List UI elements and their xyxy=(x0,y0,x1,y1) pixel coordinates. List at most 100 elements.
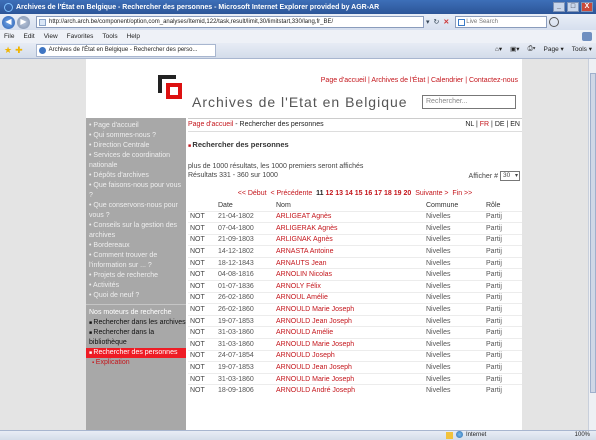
lang-fr[interactable]: FR xyxy=(480,121,489,128)
cell-name-link[interactable]: ARNOULD Jean Joseph xyxy=(274,314,424,327)
top-links[interactable]: Page d'accueil | Archives de l'État | Ca… xyxy=(321,77,518,84)
table-row: NOT 26-02-1860 ARNOULD Marie Joseph Nivelle… xyxy=(188,303,522,316)
cell-name-link[interactable]: ARNOLY Félix xyxy=(274,280,424,293)
pager-page[interactable]: 13 xyxy=(335,190,343,197)
sidebar-sub-archives[interactable]: Rechercher dans les archives xyxy=(86,318,186,328)
search-icon[interactable] xyxy=(549,17,560,27)
cell-name-link[interactable]: ARLIGNAK Agnès xyxy=(274,233,424,246)
sidebar-sub-bibliotheque[interactable]: Rechercher dans la bibliothèque xyxy=(86,328,186,348)
cell-type: NOT xyxy=(188,361,216,374)
pager-page-current: 11 xyxy=(316,190,324,197)
sidebar-explication-link[interactable]: Explication xyxy=(86,358,186,368)
table-row: NOT 18-12-1843 ARNAUTS Jean Nivelles Partij xyxy=(188,256,522,269)
tab-bar: ★ ✚ Archives de l'État en Belgique - Rec… xyxy=(0,43,596,59)
menu-help[interactable]: Help xyxy=(127,33,140,40)
close-button[interactable]: X xyxy=(581,2,593,12)
pager-page[interactable]: 19 xyxy=(394,190,402,197)
stop-icon[interactable]: ✕ xyxy=(443,18,449,26)
cell-name-link[interactable]: ARNOULD Marie Joseph xyxy=(274,372,424,385)
menu-favorites[interactable]: Favorites xyxy=(67,33,94,40)
menu-view[interactable]: View xyxy=(44,33,58,40)
back-button[interactable]: ◀ xyxy=(2,15,15,29)
per-page-select[interactable]: 30 xyxy=(500,171,520,181)
lang-en[interactable]: EN xyxy=(510,121,520,128)
cell-date: 01-07-1836 xyxy=(216,280,274,293)
menu-tools[interactable]: Tools xyxy=(102,33,117,40)
windows-flag-icon xyxy=(582,32,592,41)
menu-edit[interactable]: Edit xyxy=(23,33,34,40)
cell-name-link[interactable]: ARNOULD Marie Joseph xyxy=(274,338,424,351)
pager-page[interactable]: 20 xyxy=(404,190,412,197)
menu-file[interactable]: File xyxy=(4,33,14,40)
sidebar-sub-personnes[interactable]: Rechercher des personnes xyxy=(86,348,186,358)
sidebar-item[interactable]: Que conservons-nous pour vous ? xyxy=(86,201,186,221)
cell-date: 31-03-1860 xyxy=(216,338,274,351)
zoom-level[interactable]: 100% xyxy=(575,432,590,438)
cell-name-link[interactable]: ARNOULD Amélie xyxy=(274,326,424,339)
sidebar-item[interactable]: Projets de recherche xyxy=(86,271,186,281)
language-switcher: NL | FR | DE | EN xyxy=(465,121,520,128)
maximize-button[interactable]: □ xyxy=(567,2,579,12)
sidebar-item[interactable]: Services de coordination nationale xyxy=(86,151,186,171)
add-favorite-icon[interactable]: ✚ xyxy=(15,45,23,56)
refresh-icon[interactable]: ↻ xyxy=(434,18,440,26)
cell-role: Partij xyxy=(484,349,522,362)
cell-type: NOT xyxy=(188,303,216,316)
sidebar-item[interactable]: Quoi de neuf ? xyxy=(86,291,186,301)
cell-name-link[interactable]: ARNOULD Joseph xyxy=(274,349,424,362)
sidebar-item[interactable]: Conseils sur la gestion des archives xyxy=(86,221,186,241)
pager-prev[interactable]: < Précédente xyxy=(270,190,312,197)
cell-name-link[interactable]: ARLIGERAK Agnès xyxy=(274,222,424,235)
pager-page[interactable]: 15 xyxy=(355,190,363,197)
favorites-star-icon[interactable]: ★ xyxy=(4,45,12,56)
pager-page[interactable]: 17 xyxy=(374,190,382,197)
site-search-input[interactable]: Rechercher... xyxy=(422,95,516,109)
pager-page[interactable]: 16 xyxy=(365,190,373,197)
cell-date: 18-09-1806 xyxy=(216,384,274,397)
sidebar-item[interactable]: Que faisons-nous pour vous ? xyxy=(86,181,186,201)
sidebar-item[interactable]: Direction Centrale xyxy=(86,141,186,151)
cell-name-link[interactable]: ARNOUL Amélie xyxy=(274,291,424,304)
tools-menu[interactable]: Tools ▾ xyxy=(572,45,592,53)
pager-next[interactable]: Suivante > xyxy=(415,190,448,197)
print-icon[interactable]: ⎙▾ xyxy=(528,45,536,53)
archives-logo-icon[interactable] xyxy=(158,75,182,99)
home-icon[interactable]: ⌂▾ xyxy=(495,45,502,53)
tab-current[interactable]: Archives de l'État en Belgique - Recherc… xyxy=(35,44,216,57)
scrollbar-thumb[interactable] xyxy=(590,73,596,393)
breadcrumb-home-link[interactable]: Page d'accueil xyxy=(188,121,233,128)
vertical-scrollbar[interactable] xyxy=(588,59,596,430)
sidebar-item[interactable]: Bordereaux xyxy=(86,241,186,251)
cell-commune: Nivelles xyxy=(424,349,484,362)
cell-date: 31-03-1860 xyxy=(216,326,274,339)
pager-page[interactable]: 14 xyxy=(345,190,353,197)
sidebar-item[interactable]: Qui sommes-nous ? xyxy=(86,131,186,141)
lang-de[interactable]: DE xyxy=(495,121,505,128)
pager-page[interactable]: 18 xyxy=(384,190,392,197)
cell-commune: Nivelles xyxy=(424,268,484,281)
cell-name-link[interactable]: ARNAUTS Jean xyxy=(274,256,424,269)
zone-label: Internet xyxy=(466,431,487,438)
sidebar-item[interactable]: Activités xyxy=(86,281,186,291)
sidebar-item[interactable]: Comment trouver de l'information sur ...… xyxy=(86,251,186,271)
cell-name-link[interactable]: ARLIGEAT Agnès xyxy=(274,210,424,223)
lang-nl[interactable]: NL xyxy=(465,121,474,128)
page-menu[interactable]: Page ▾ xyxy=(544,45,564,53)
cell-date: 26-02-1860 xyxy=(216,291,274,304)
feeds-icon[interactable]: ▣▾ xyxy=(510,45,519,53)
cell-name-link[interactable]: ARNOULD André Joseph xyxy=(274,384,424,397)
sidebar-item[interactable]: Page d'accueil xyxy=(86,121,186,131)
cell-name-link[interactable]: ARNOLIN Nicolas xyxy=(274,268,424,281)
live-search-input[interactable]: Live Search xyxy=(455,16,548,28)
pager-last[interactable]: Fin >> xyxy=(452,190,472,197)
cell-name-link[interactable]: ARNOULD Jean Joseph xyxy=(274,361,424,374)
address-dropdown-icon[interactable]: ▾ xyxy=(426,18,430,26)
sidebar-item[interactable]: Dépôts d'archives xyxy=(86,171,186,181)
minimize-button[interactable]: _ xyxy=(553,2,565,12)
forward-button[interactable]: ▶ xyxy=(17,15,30,29)
pager-page[interactable]: 12 xyxy=(326,190,334,197)
address-field[interactable]: http://arch.arch.be/component/option,com… xyxy=(36,16,424,28)
pager-first[interactable]: << Début xyxy=(238,190,267,197)
cell-name-link[interactable]: ARNOULD Marie Joseph xyxy=(274,303,424,316)
cell-name-link[interactable]: ARNASTA Antoine xyxy=(274,245,424,258)
